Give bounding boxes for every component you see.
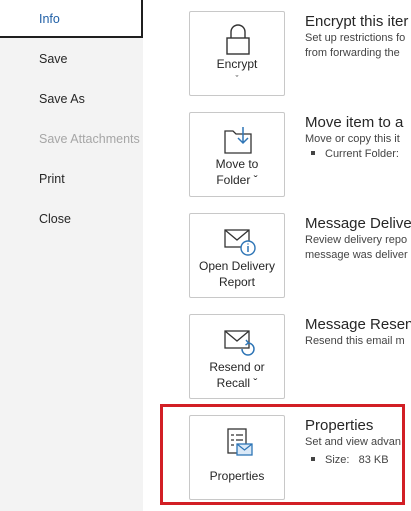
lock-icon xyxy=(190,22,284,59)
current-folder-row: Current Folder: xyxy=(305,147,411,162)
sidebar-item-save[interactable]: Save xyxy=(0,40,143,78)
sidebar-item-info[interactable]: Info xyxy=(0,0,143,38)
move-to-folder-label-1: Move to xyxy=(215,157,259,171)
encrypt-button[interactable]: Encrypt ˇ xyxy=(189,11,285,96)
resend-recall-icon xyxy=(190,327,284,362)
encrypt-text-2: from forwarding the xyxy=(305,47,400,59)
sidebar-item-print[interactable]: Print xyxy=(0,160,143,198)
resend-text-1: Resend this email m xyxy=(305,335,405,347)
current-folder-label: Current Folder: xyxy=(325,148,399,160)
sidebar-item-save-attachments: Save Attachments xyxy=(39,132,140,146)
move-text-1: Move or copy this it xyxy=(305,133,400,145)
open-delivery-report-label-2: Report xyxy=(218,275,256,289)
resend-title: Message Resenc xyxy=(305,316,411,333)
resend-or-recall-label-2: Recall ˇ xyxy=(216,376,258,390)
open-delivery-report-button[interactable]: Open Delivery Report xyxy=(189,213,285,298)
encrypt-text-1: Set up restrictions fo xyxy=(305,32,406,44)
move-to-folder-icon xyxy=(190,123,284,160)
encrypt-description: Encrypt this iter Set up restrictions fo… xyxy=(305,13,411,61)
open-delivery-report-label-1: Open Delivery xyxy=(198,259,276,273)
delivery-title: Message Delive xyxy=(305,215,411,232)
move-title: Move item to a xyxy=(305,114,404,131)
delivery-text-1: Review delivery repo xyxy=(305,234,408,246)
encrypt-button-label: Encrypt xyxy=(216,57,258,71)
sidebar-item-save-as[interactable]: Save As xyxy=(0,80,143,118)
delivery-text-2: message was deliver xyxy=(305,249,408,261)
move-to-folder-button[interactable]: Move to Folder ˇ xyxy=(189,112,285,197)
resend-description: Message Resenc Resend this email m xyxy=(305,316,411,349)
resend-or-recall-button[interactable]: Resend or Recall ˇ xyxy=(189,314,285,399)
highlight-box xyxy=(160,404,405,505)
bullet-icon xyxy=(311,151,315,156)
resend-or-recall-label-1: Resend or xyxy=(209,360,265,374)
delivery-report-icon xyxy=(190,226,284,261)
sidebar-item-close[interactable]: Close xyxy=(0,200,143,238)
encrypt-title: Encrypt this iter xyxy=(305,13,409,30)
chevron-down-icon: ˇ xyxy=(235,74,239,84)
move-description: Move item to a Move or copy this it Curr… xyxy=(305,114,411,162)
move-to-folder-label-2: Folder ˇ xyxy=(216,173,258,187)
delivery-description: Message Delive Review delivery repo mess… xyxy=(305,215,411,263)
backstage-sidebar: Info Save Save As Save Attachments Print… xyxy=(0,0,143,511)
